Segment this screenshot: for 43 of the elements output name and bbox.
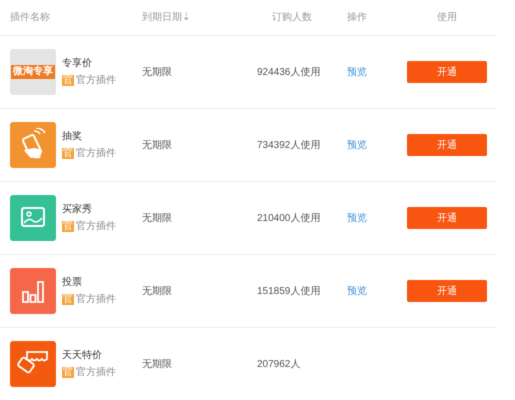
official-badge: 官 [62,294,74,305]
official-badge: 官 [62,148,74,159]
preview-link[interactable]: 预览 [347,66,367,78]
plugin-name: 买家秀 [62,202,93,217]
plugin-name: 抽奖 [62,130,83,144]
preview-link[interactable]: 预览 [347,140,367,150]
subscriber-count: 210400人使用 [257,212,320,224]
activate-button[interactable]: 开通 [407,61,487,83]
activate-button[interactable]: 开通 [407,280,487,302]
expiry-date: 无期限 [142,66,172,78]
preview-link[interactable]: 预览 [347,286,367,296]
subscriber-count: 151859人使用 [257,286,320,296]
expiry-date: 无期限 [142,286,172,296]
shop-tag-icon [10,341,56,387]
image-icon [10,195,56,241]
plugin-name: 投票 [62,276,83,290]
official-label: 官方插件 [76,220,116,234]
plugin-name: 专享价 [62,56,93,71]
official-badge: 官 [62,75,74,86]
activate-button[interactable]: 开通 [407,134,487,156]
plugin-name: 天天特价 [62,348,103,363]
subscriber-count: 734392人使用 [257,140,320,150]
column-header[interactable]: 到期日期⇣ [142,12,190,23]
activate-button[interactable]: 开通 [407,207,487,229]
official-label: 官方插件 [76,366,116,380]
official-label: 官方插件 [76,74,116,88]
official-label: 官方插件 [76,292,116,307]
column-header: 操作 [347,12,367,23]
expiry-date: 无期限 [142,140,172,150]
expiry-date: 无期限 [142,358,172,370]
subscriber-count: 924436人使用 [257,66,320,78]
logo-banner: 微淘专享 [11,65,55,79]
expiry-date: 无期限 [142,212,172,224]
bar-chart-icon [10,268,56,314]
column-header: 订购人数 [272,12,312,23]
column-header: 插件名称 [10,12,50,23]
official-badge: 官 [62,367,74,378]
official-label: 官方插件 [76,146,116,161]
hand-phone-icon [10,122,56,168]
preview-link[interactable]: 预览 [347,212,367,224]
column-header: 使用 [437,12,457,23]
subscriber-count: 207962人 [257,358,300,370]
official-badge: 官 [62,221,74,232]
